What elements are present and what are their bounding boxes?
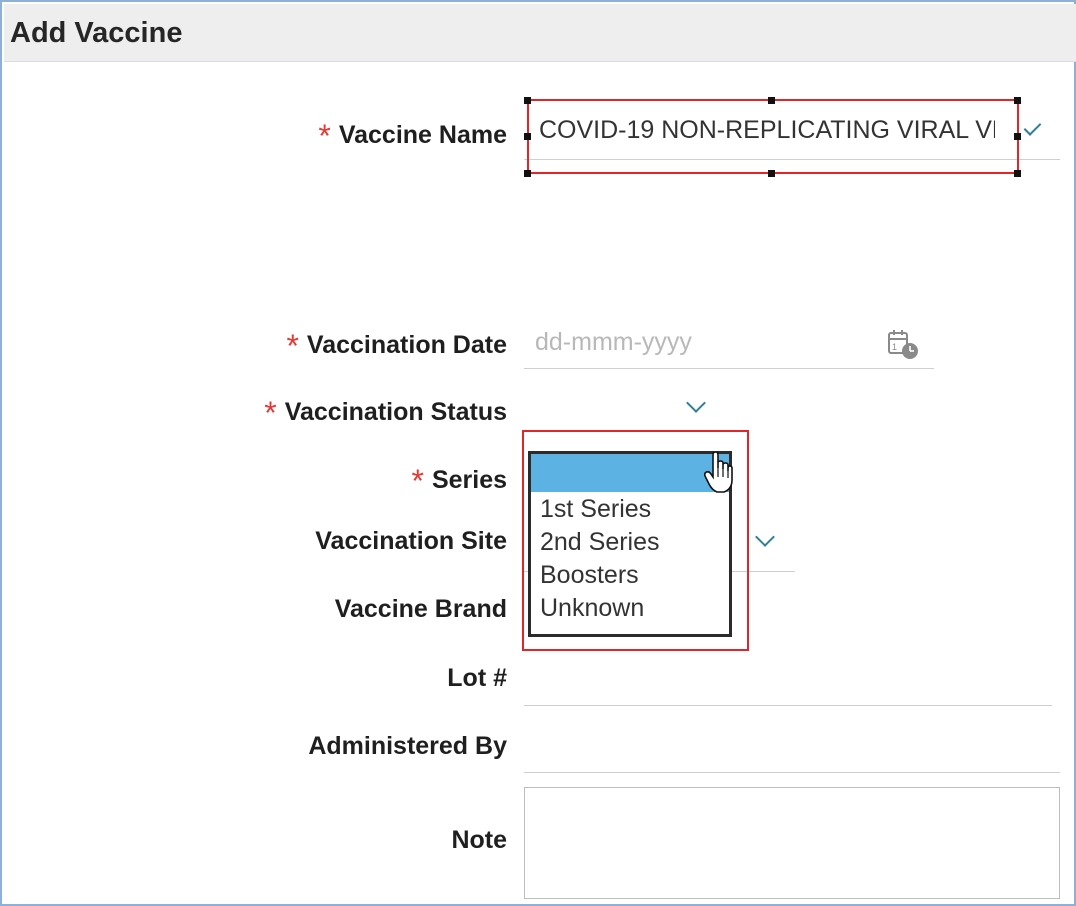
hand-pointer-icon	[704, 452, 733, 493]
note-label: Note	[451, 826, 507, 854]
resize-handle	[524, 133, 531, 140]
vaccination-status-label: * Vaccination Status	[264, 395, 507, 431]
svg-text:1: 1	[892, 342, 897, 352]
series-label: * Series	[411, 463, 507, 499]
required-indicator: *	[286, 328, 299, 364]
resize-handle	[524, 97, 531, 104]
lot-number-input[interactable]	[524, 658, 1052, 704]
required-indicator: *	[318, 118, 331, 154]
dropdown-check-icon[interactable]	[1023, 118, 1042, 136]
calendar-clock-icon[interactable]: 1	[886, 328, 922, 362]
note-textarea[interactable]	[524, 787, 1060, 899]
administered-by-input[interactable]	[524, 726, 1060, 771]
vaccine-brand-label: Vaccine Brand	[334, 595, 507, 623]
administered-by-label: Administered By	[308, 732, 507, 760]
required-indicator: *	[264, 395, 277, 431]
required-indicator: *	[411, 463, 424, 499]
add-vaccine-dialog: Add Vaccine * Vaccine Name COVID-19 NON-R…	[0, 0, 1076, 906]
vaccination-site-label: Vaccination Site	[315, 527, 507, 555]
vaccine-name-highlight	[527, 99, 1019, 174]
vaccine-name-label: * Vaccine Name	[318, 118, 507, 154]
resize-handle	[524, 170, 531, 177]
lot-number-label: Lot #	[447, 664, 507, 692]
resize-handle	[1014, 97, 1021, 104]
vaccination-date-input[interactable]	[524, 320, 874, 364]
dialog-title: Add Vaccine	[10, 17, 183, 49]
resize-handle	[768, 170, 775, 177]
dialog-header: Add Vaccine	[4, 4, 1076, 62]
vaccination-date-label: * Vaccination Date	[286, 328, 507, 364]
resize-handle	[1014, 133, 1021, 140]
resize-handle	[1014, 170, 1021, 177]
resize-handle	[768, 97, 775, 104]
